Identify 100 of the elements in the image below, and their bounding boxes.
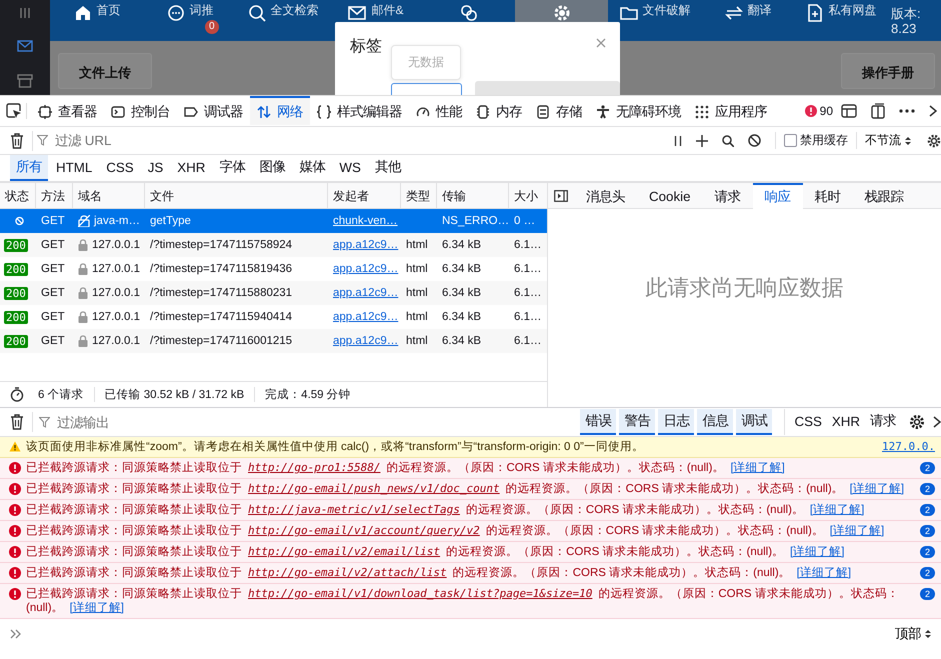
devtools-tab[interactable]: 查看器 [31, 96, 104, 125]
upload-button[interactable]: 文件上传 [58, 53, 152, 89]
type-filter[interactable]: 图像 [253, 155, 292, 181]
detail-tab[interactable]: Cookie [637, 182, 702, 208]
url-link[interactable]: http://go-email/v2/email/list [248, 545, 440, 558]
mail-icon[interactable] [17, 40, 33, 52]
initiator-link[interactable]: app.a12c9… [333, 263, 398, 275]
more-icon[interactable] [899, 108, 915, 112]
type-filter[interactable]: CSS [100, 156, 140, 180]
devtools-tab[interactable]: 样式编辑器 [310, 96, 409, 125]
message-type-filter[interactable]: CSS [789, 410, 827, 434]
close-icon[interactable] [929, 104, 937, 116]
type-filter[interactable]: WS [333, 156, 367, 180]
url-link[interactable]: http://go-email/v1/account/query/v2 [248, 524, 480, 537]
type-filter[interactable]: 字体 [213, 155, 252, 181]
type-filter[interactable]: XHR [171, 156, 212, 180]
learn-more-link[interactable]: [详细了解] [850, 483, 904, 495]
request-row[interactable]: 200 GET 127.0.0.1 /?timestep=1747115758924 app.a12c9… html 6.34 kB 6.1… [0, 233, 547, 257]
pause-icon[interactable] [674, 134, 682, 146]
request-row[interactable]: 200 GET 127.0.0.1 /?timestep=1747115819436 app.a12c9… html 6.34 kB 6.1… [0, 257, 547, 281]
detail-tab[interactable]: 请求 [702, 182, 752, 208]
url-link[interactable]: http://go-pro1:5588/ [248, 461, 380, 474]
type-filter[interactable]: HTML [50, 156, 98, 180]
url-link[interactable]: http://go-email/push_news/v1/doc_count [248, 482, 500, 495]
block-icon[interactable] [748, 134, 761, 147]
size-cell-text: 6.1… [513, 335, 542, 347]
url-link[interactable]: http://go-email/v2/attach/list [248, 566, 447, 579]
detail-tab[interactable]: 响应 [752, 182, 802, 208]
clear-icon[interactable] [10, 414, 24, 430]
url-link[interactable]: http://java-metric/v1/selectTags [248, 503, 460, 516]
method-cell-text: GET [40, 263, 66, 275]
filter-field[interactable]: 过滤输出 [55, 414, 572, 430]
nav-item[interactable]: 文件破解 [608, 0, 701, 41]
manual-button[interactable]: 操作手册 [841, 53, 935, 89]
learn-more-link[interactable]: [详细了解] [790, 546, 844, 558]
devtools-tab[interactable]: 调试器 [177, 96, 250, 125]
message-type-filter[interactable]: XHR [826, 410, 865, 434]
nav-item[interactable]: 私有网盘 [794, 0, 887, 41]
log-level-filter[interactable]: 调试 [736, 409, 772, 435]
devtools-tab[interactable]: 无障碍环境 [589, 96, 688, 125]
picker-icon[interactable] [6, 102, 22, 118]
initiator-link[interactable]: app.a12c9… [333, 287, 398, 299]
lock-icon [78, 263, 88, 275]
log-level-filter[interactable]: 日志 [658, 409, 694, 435]
request-row[interactable]: 200 GET 127.0.0.1 /?timestep=1747115940414 app.a12c9… html 6.34 kB 6.1… [0, 305, 547, 329]
plus-icon[interactable] [696, 134, 708, 146]
stopwatch-icon [10, 387, 24, 402]
request-row[interactable]: 200 GET 127.0.0.1 /?timestep=1747115880231 app.a12c9… html 6.34 kB 6.1… [0, 281, 547, 305]
log-level-filter[interactable]: 警告 [619, 409, 656, 435]
type-filter[interactable]: 其他 [368, 155, 407, 181]
request-row[interactable]: 200 GET 127.0.0.1 /?timestep=1747116001215 app.a12c9… html 6.34 kB 6.1… [0, 329, 547, 353]
learn-more-link[interactable]: [详细了解] [70, 602, 124, 614]
sidebar-toggle-icon[interactable] [554, 190, 568, 202]
devtools-tab[interactable]: 控制台 [104, 96, 177, 125]
url-link[interactable]: http://go-email/v1/download_task/list?page=1&size=10 [248, 587, 592, 600]
learn-more-link[interactable]: [详细了解] [830, 525, 884, 537]
message-type-filter[interactable]: 请求 [865, 409, 901, 435]
dock-icon[interactable] [871, 102, 885, 118]
throttle-dropdown[interactable]: 不节流 [856, 132, 919, 149]
settings-icon[interactable] [909, 414, 925, 430]
nav-item[interactable]: 全文检索 [236, 0, 329, 41]
initiator-link[interactable]: chunk-ven… [333, 215, 398, 227]
domain-cell: 127.0.0.1 [92, 311, 140, 323]
nav-item[interactable]: 词推 0 [143, 0, 236, 41]
initiator-link[interactable]: app.a12c9… [333, 335, 398, 347]
devtools-tab[interactable]: 网络 [250, 96, 310, 125]
log-level-filter[interactable]: 错误 [580, 409, 616, 435]
close-icon[interactable] [933, 416, 941, 428]
request-row[interactable]: GET java-m… getType chunk-ven… NS_ERRO… 0 … [0, 209, 547, 233]
devtools-tab[interactable]: 内存 [469, 96, 529, 125]
settings-icon[interactable] [927, 134, 941, 148]
error-message: 已拦截跨源请求：同源策略禁止读取位于 http://go-email/v1/download_task/list?page=1&size=10 的远程资源。（原因：CORS 请求未能成功）。状态码：(null)。 [详细了解] [26, 587, 900, 615]
learn-more-link[interactable]: [详细了解] [810, 504, 864, 516]
devtools-tab[interactable]: 性能 [409, 96, 469, 125]
detail-tab[interactable]: 栈跟踪 [852, 182, 916, 208]
type-filter[interactable]: 媒体 [293, 155, 332, 181]
trash-icon[interactable] [10, 132, 24, 148]
nav-item[interactable]: 首页 [50, 0, 143, 41]
search-icon[interactable] [722, 134, 734, 146]
devtools-tab[interactable]: 应用程序 [688, 96, 774, 125]
initiator-link[interactable]: app.a12c9… [333, 311, 398, 323]
type-filter[interactable]: JS [142, 156, 170, 180]
archive-icon[interactable] [17, 74, 33, 88]
version-number: 8.23 [891, 21, 918, 36]
log-level-filter[interactable]: 信息 [697, 409, 734, 435]
devtools-tab[interactable]: 存储 [529, 96, 589, 125]
file-cell-text: /?timestep=1747115758924 [149, 239, 294, 251]
checkbox[interactable] [784, 134, 797, 147]
detail-tab[interactable]: 耗时 [802, 182, 852, 208]
type-filter[interactable]: 所有 [10, 155, 48, 181]
initiator-link[interactable]: app.a12c9… [333, 239, 398, 251]
learn-more-link[interactable]: [详细了解] [796, 567, 852, 579]
domain-cell: 127.0.0.1 [92, 239, 140, 251]
layout-icon[interactable] [841, 104, 857, 118]
learn-more-link[interactable]: [详细了解] [730, 462, 785, 474]
source-link[interactable]: 127.0.0. [882, 440, 935, 454]
context-dropdown[interactable]: 顶部 [891, 625, 935, 643]
nav-item[interactable]: 翻译 [701, 0, 794, 41]
filter-field[interactable]: 过滤 URL [53, 132, 660, 149]
detail-tab[interactable]: 消息头 [574, 182, 637, 208]
